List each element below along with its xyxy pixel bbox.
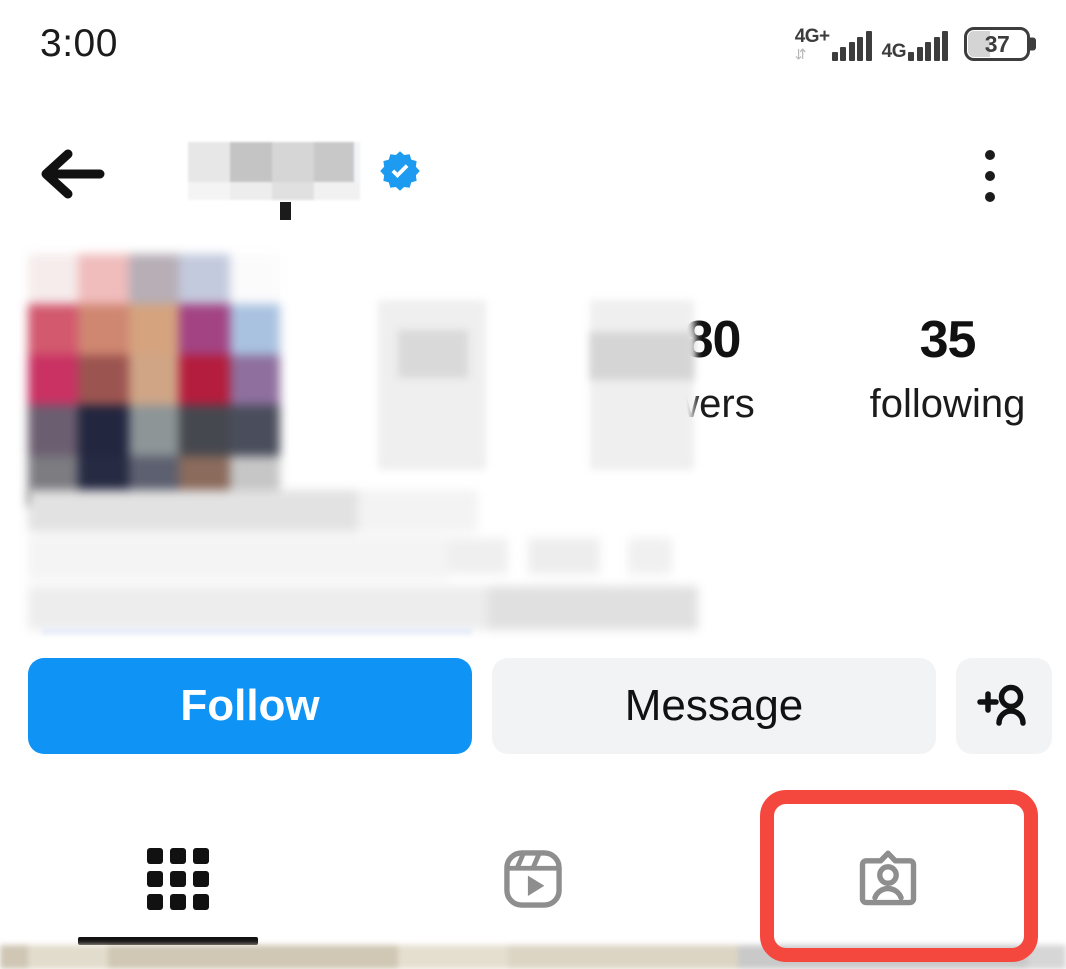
content-peek-segment (1028, 945, 1066, 969)
instagram-profile-screen: 3:00 4G+ ⇵ 4G 37 80 wers 35 following Fo… (0, 0, 1066, 969)
more-vertical-icon-dot (985, 150, 995, 160)
bio-blur-band (488, 586, 698, 630)
stat-following-value: 35 (919, 311, 977, 369)
battery-terminal (1030, 37, 1036, 51)
arrow-left-icon (41, 149, 105, 199)
active-tab-indicator (78, 937, 258, 945)
username-redacted (188, 142, 360, 200)
avatar-mosaic-block (179, 254, 230, 305)
content-grid-peek (0, 945, 1066, 969)
grid-icon (146, 848, 209, 910)
content-peek-segment (0, 945, 28, 969)
more-vertical-icon-dot (985, 192, 995, 202)
avatar-mosaic-block (28, 304, 79, 355)
suggest-users-button[interactable] (956, 658, 1052, 754)
back-button[interactable] (36, 138, 108, 210)
sim1-signal: 4G+ ⇵ (795, 27, 872, 61)
avatar-mosaic-block (78, 254, 129, 305)
followers-count-redacted (590, 300, 694, 470)
content-peek-segment (508, 945, 738, 969)
stat-following[interactable]: 35 following (830, 310, 1065, 430)
avatar-mosaic-block (229, 304, 280, 355)
overflow-menu-button[interactable] (960, 144, 1020, 208)
avatar-mosaic-block (128, 354, 180, 406)
sim1-network-label: 4G+ (794, 26, 830, 47)
battery-level-text: 37 (984, 30, 1010, 57)
username-caret-mark (280, 202, 291, 220)
avatar-mosaic-block (78, 405, 129, 456)
posts-count-redacted (378, 300, 486, 470)
message-button[interactable]: Message (492, 658, 936, 754)
avatar-mosaic-block (78, 354, 129, 406)
avatar-mosaic-block (78, 304, 129, 355)
person-add-icon (977, 684, 1026, 726)
bio-blur-band (358, 490, 478, 532)
profile-tab-bar (0, 820, 1066, 938)
content-peek-segment (738, 945, 1028, 969)
reels-icon (504, 850, 562, 908)
content-peek-segment (398, 945, 508, 969)
verified-badge-icon (378, 149, 422, 193)
content-peek-segment (28, 945, 108, 969)
profile-action-buttons: Follow Message (0, 658, 1066, 754)
sim2-signal-bars-icon (908, 31, 948, 61)
avatar-mosaic-block (28, 354, 79, 406)
avatar-mosaic-block (229, 254, 280, 305)
sim2-network-label: 4G (881, 41, 907, 62)
battery-icon: 37 (964, 27, 1036, 61)
status-bar: 3:00 4G+ ⇵ 4G 37 (0, 0, 1066, 88)
follow-button[interactable]: Follow (28, 658, 472, 754)
avatar-mosaic-block (28, 254, 79, 305)
status-time: 3:00 (40, 22, 118, 65)
avatar[interactable] (28, 254, 280, 506)
bio-blur-band (28, 490, 358, 532)
content-peek-segment (108, 945, 398, 969)
bio-text-redacted (28, 490, 698, 630)
avatar-mosaic-block (179, 354, 230, 406)
avatar-mosaic-block (229, 405, 280, 456)
bio-blur-band (28, 536, 448, 580)
sim1-signal-bars-icon (831, 31, 872, 61)
bio-link-redacted[interactable] (42, 628, 472, 634)
more-vertical-icon-dot (985, 171, 995, 181)
tab-grid[interactable] (0, 820, 355, 938)
tab-reels[interactable] (355, 820, 710, 938)
posts-count-redacted-core (398, 330, 468, 378)
avatar-mosaic-block (28, 405, 79, 456)
avatar-mosaic-block (128, 405, 180, 456)
avatar-mosaic-block (179, 405, 230, 456)
avatar-mosaic-block (128, 304, 180, 355)
tagged-icon (860, 850, 917, 906)
bio-blur-band (628, 538, 672, 574)
profile-nav-header (0, 120, 1066, 230)
profile-username-area[interactable] (188, 142, 422, 220)
bio-blur-band (528, 538, 600, 574)
bio-blur-band (448, 538, 508, 574)
data-transfer-icon: ⇵ (794, 46, 807, 62)
stat-following-label: following (869, 382, 1026, 426)
bio-blur-band (28, 586, 488, 630)
followers-count-redacted-core (590, 332, 694, 380)
status-indicators: 4G+ ⇵ 4G 37 (795, 27, 1036, 61)
avatar-mosaic-block (179, 304, 230, 355)
sim2-signal: 4G (882, 31, 948, 61)
avatar-mosaic-block (128, 254, 180, 305)
avatar-mosaic-block (229, 354, 280, 406)
tab-tagged[interactable] (711, 820, 1066, 938)
